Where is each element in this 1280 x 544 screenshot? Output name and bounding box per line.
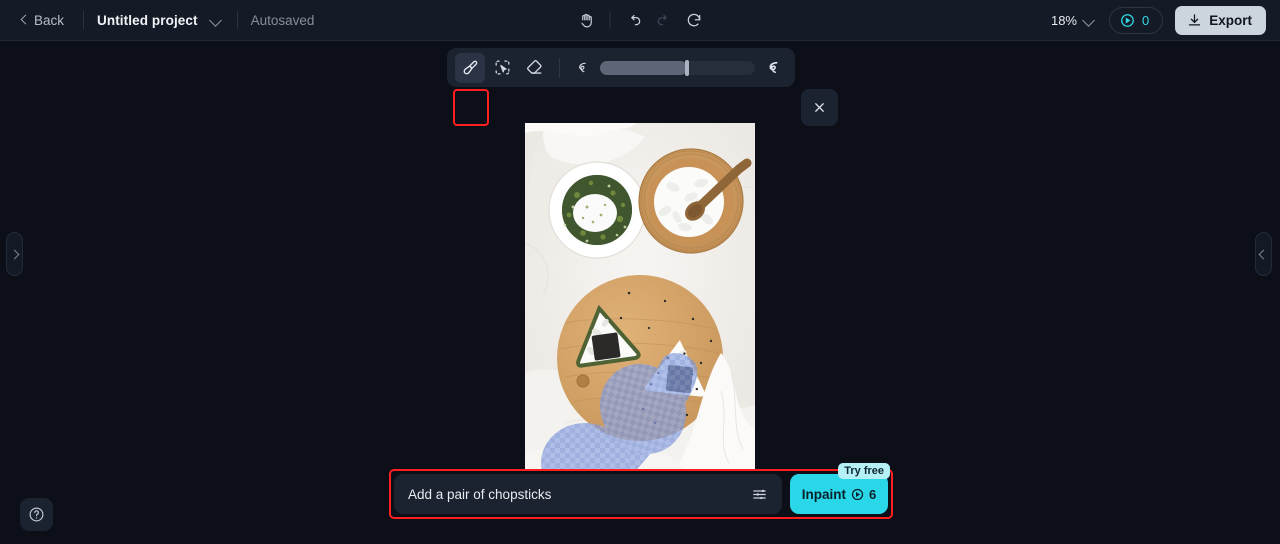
lasso-select-tool-button[interactable] [487, 53, 517, 83]
zoom-level-value: 18% [1050, 12, 1077, 28]
header-right-group: 18% 0 Export [1051, 0, 1266, 40]
reset-icon[interactable] [679, 5, 709, 35]
brush-icon [463, 60, 477, 75]
lasso-select-icon [495, 60, 509, 75]
small-stroke-icon [579, 62, 586, 73]
collapse-right-panel-handle[interactable] [1255, 232, 1272, 276]
back-button[interactable]: Back [14, 9, 70, 32]
project-title[interactable]: Untitled project [97, 13, 198, 28]
chevron-right-icon [9, 249, 20, 259]
prompt-input-wrapper[interactable]: Add a pair of chopsticks [394, 474, 782, 514]
inpaint-submit-button[interactable]: Inpaint 6 Try free [790, 463, 890, 514]
redo-icon[interactable] [649, 5, 679, 35]
prompt-input[interactable]: Add a pair of chopsticks [408, 487, 748, 502]
divider [236, 11, 238, 29]
undo-icon[interactable] [619, 5, 649, 35]
chevron-left-icon [1258, 249, 1269, 259]
credits-badge[interactable]: 0 [1109, 6, 1164, 34]
export-button[interactable]: Export [1175, 5, 1266, 35]
export-button-label: Export [1209, 12, 1252, 28]
large-stroke-icon [769, 61, 778, 74]
onigiri-photo [525, 123, 755, 470]
brush-tool-highlight [453, 89, 489, 126]
brush-size-slider-fill [600, 60, 687, 75]
divider [83, 11, 85, 29]
divider [609, 11, 611, 29]
hand-pan-icon[interactable] [572, 5, 602, 35]
brush-size-slider[interactable] [600, 59, 755, 76]
eraser-icon [526, 60, 542, 74]
chevron-down-icon[interactable] [208, 12, 224, 28]
app-header: Back Untitled project Autosaved 18% 0 Ex… [0, 0, 1280, 41]
chevron-left-icon [20, 16, 28, 24]
editor-canvas[interactable]: Add a pair of chopsticks Inpaint 6 Try f… [0, 41, 1280, 544]
inpaint-button-label: Inpaint [801, 486, 846, 502]
chevron-down-icon [1081, 12, 1097, 28]
inpaint-toolbar [447, 48, 795, 87]
canvas-image[interactable] [525, 123, 755, 470]
sliders-settings-icon[interactable] [748, 483, 770, 505]
back-button-label: Back [34, 12, 65, 28]
header-center-tools [572, 0, 709, 40]
help-button[interactable] [20, 498, 53, 531]
prompt-bar: Add a pair of chopsticks Inpaint 6 Try f… [394, 463, 890, 514]
close-x-icon [815, 103, 824, 112]
question-circle-icon [29, 507, 44, 522]
expand-left-panel-handle[interactable] [6, 232, 23, 276]
header-left-group: Back Untitled project Autosaved [0, 0, 314, 40]
try-free-badge[interactable]: Try free [838, 463, 890, 479]
download-icon [1189, 13, 1201, 25]
divider [559, 57, 560, 78]
close-toolbar-button[interactable] [801, 89, 838, 126]
brush-size-control [570, 58, 787, 77]
zoom-control[interactable]: 18% [1051, 12, 1097, 28]
brush-tool-button[interactable] [455, 52, 485, 83]
eraser-tool-button[interactable] [519, 53, 549, 83]
credits-coin-icon [1121, 13, 1134, 27]
autosave-status: Autosaved [250, 12, 315, 28]
credits-count: 0 [1142, 12, 1150, 28]
inpaint-credit-cost: 6 [869, 486, 877, 502]
brush-size-slider-knob[interactable] [684, 59, 689, 76]
credits-coin-icon [851, 488, 864, 500]
